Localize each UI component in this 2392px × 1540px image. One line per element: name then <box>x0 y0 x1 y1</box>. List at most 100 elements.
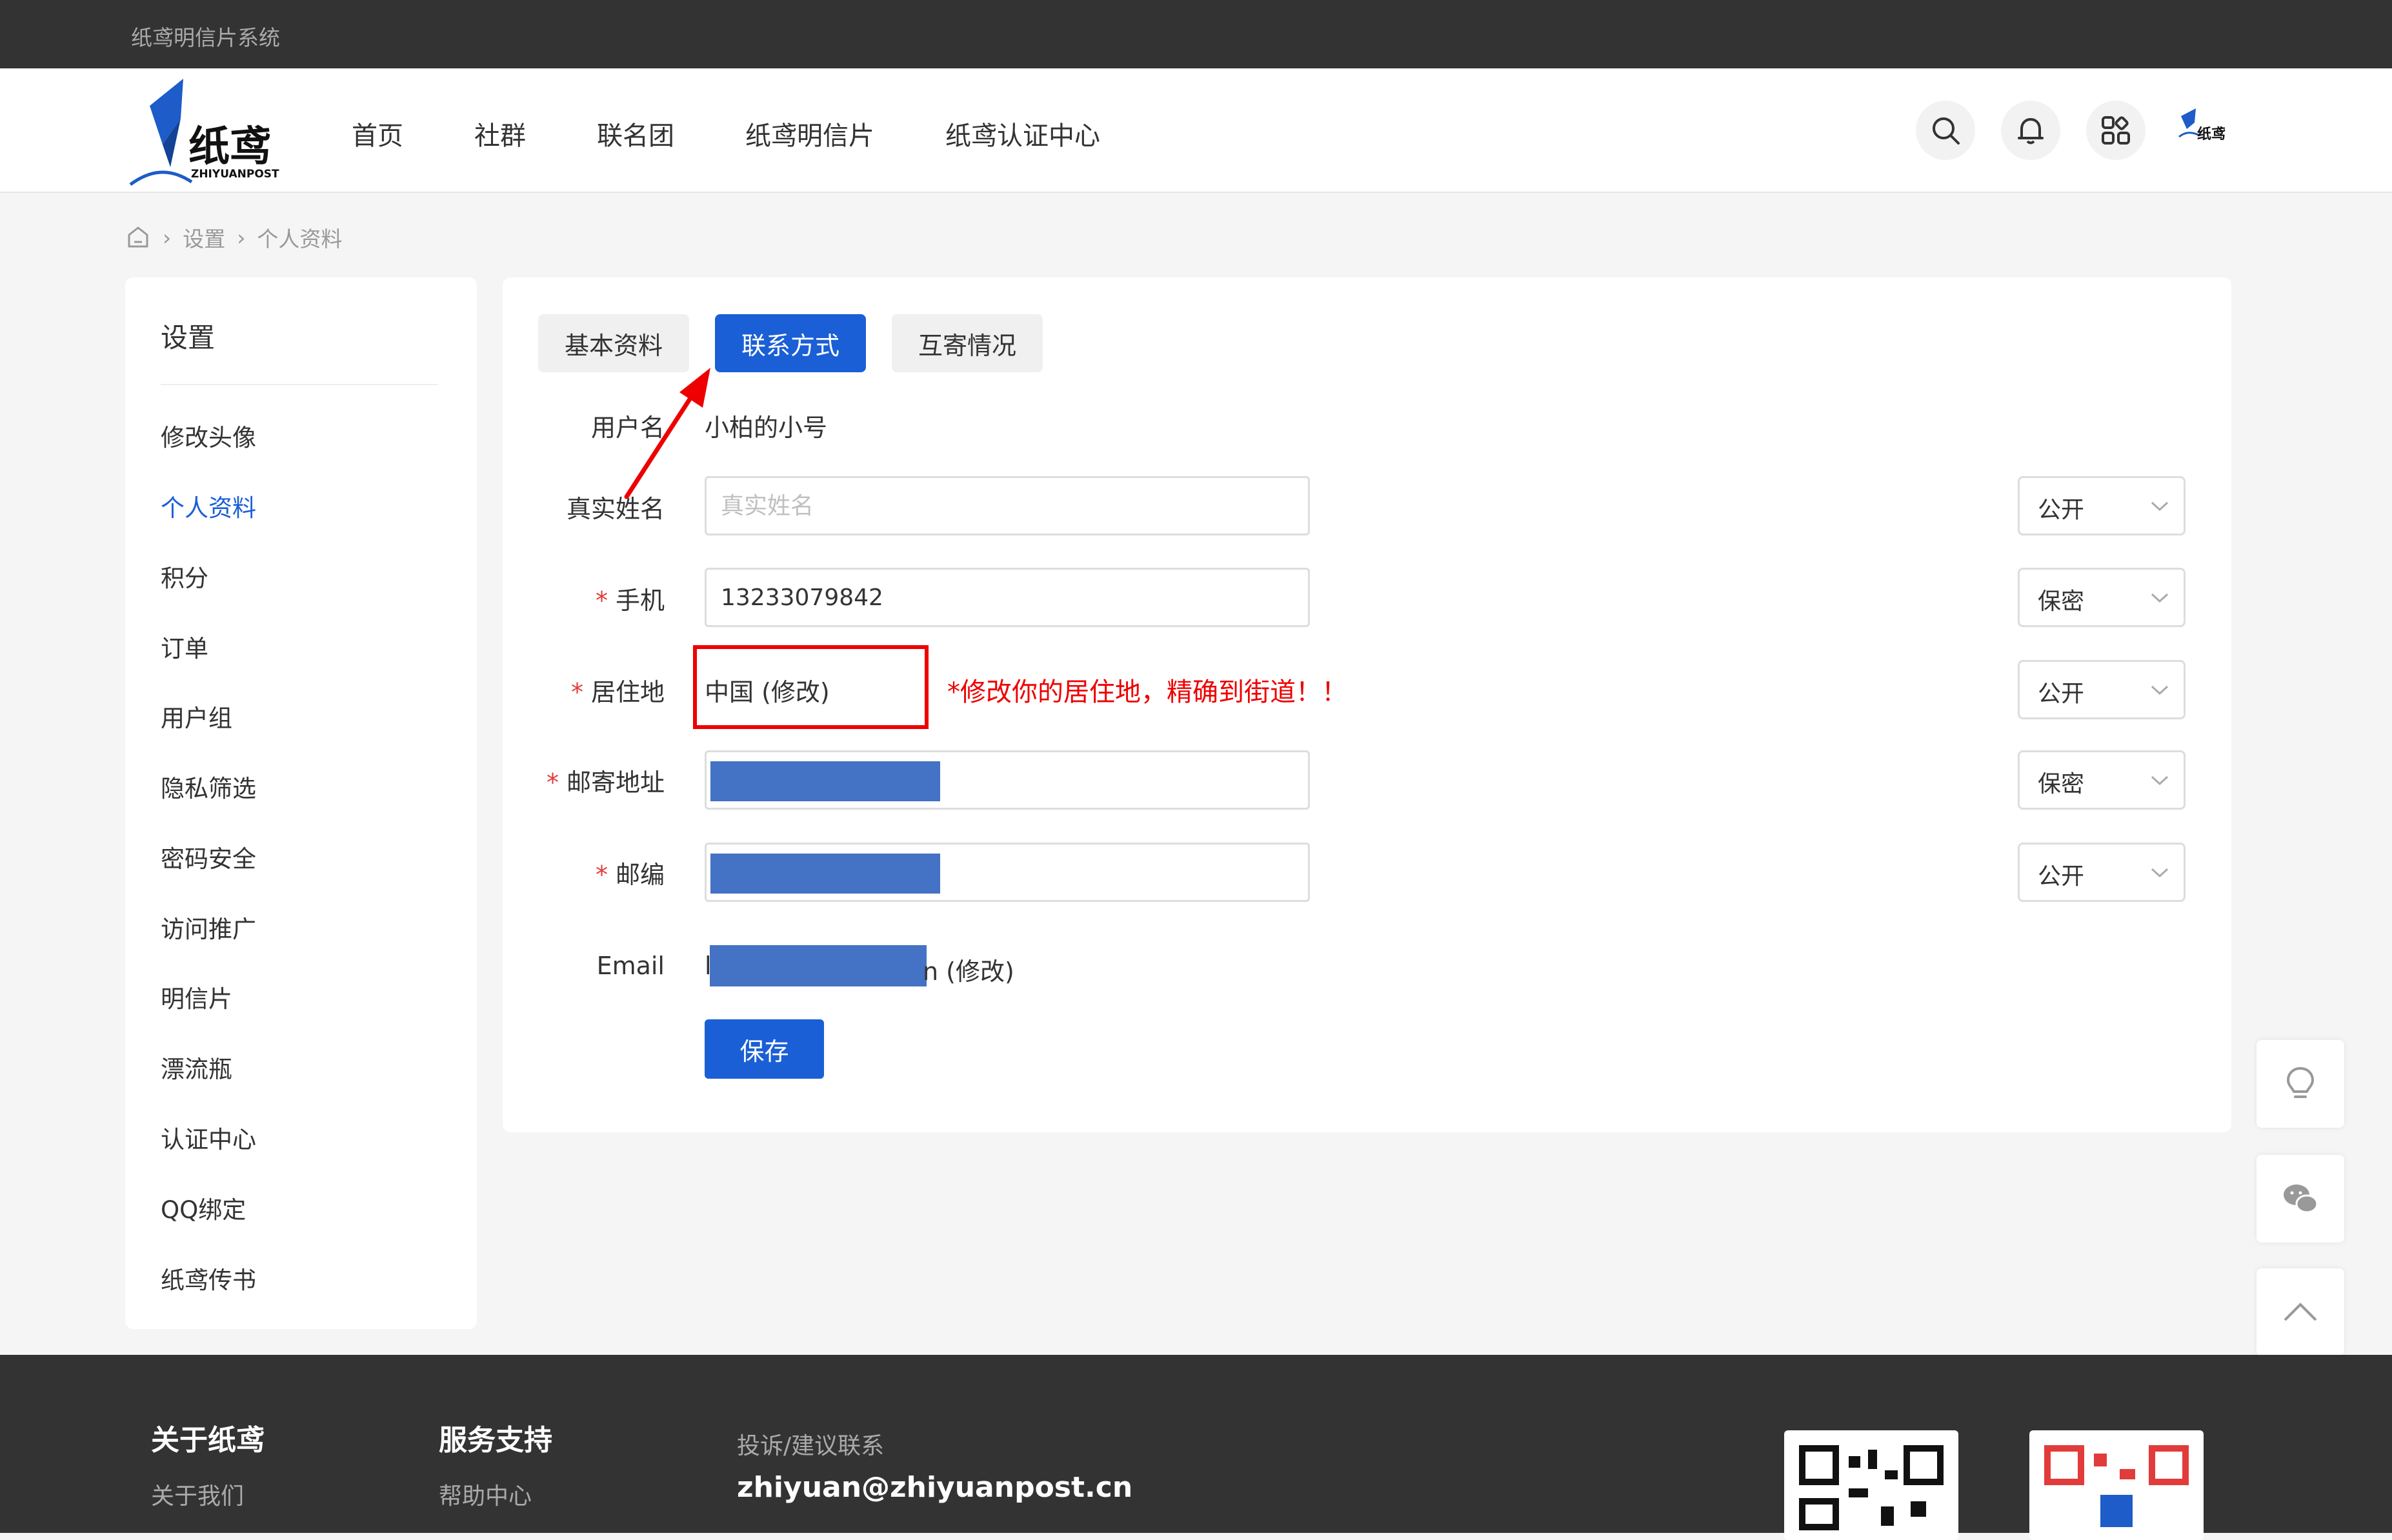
search-button[interactable] <box>1916 101 1975 160</box>
redacted-address <box>710 761 940 801</box>
annotation-text: *修改你的居住地，精确到街道！！ <box>947 677 1347 707</box>
logo-subtext: ZHIYUANPOST <box>191 168 279 181</box>
nav-joint-group[interactable]: 联名团 <box>597 115 674 152</box>
notification-button[interactable] <box>2001 101 2060 160</box>
footer-support-title: 服务支持 <box>439 1424 552 1457</box>
address-label-text: 邮寄地址 <box>566 768 665 797</box>
apps-button[interactable] <box>2086 101 2146 160</box>
zip-label: * 邮编 <box>596 855 665 890</box>
required-mark: * <box>570 678 583 706</box>
red-qr-code-icon <box>2044 1445 2189 1527</box>
tips-button[interactable] <box>2256 1040 2344 1128</box>
breadcrumb-settings[interactable]: 设置 <box>183 222 225 253</box>
breadcrumb-profile: 个人资料 <box>257 226 343 252</box>
avatar-text: 纸鸢 <box>2197 126 2226 143</box>
footer-help-link[interactable]: 帮助中心 <box>439 1477 532 1511</box>
back-to-top-button[interactable] <box>2256 1268 2344 1356</box>
bell-icon <box>2018 118 2044 145</box>
nav-certification[interactable]: 纸鸢认证中心 <box>945 115 1100 152</box>
residence-privacy-select[interactable]: 公开 <box>2018 660 2186 719</box>
redacted-email <box>710 945 927 986</box>
realname-privacy-select[interactable]: 公开 <box>2018 476 2186 535</box>
redacted-zip <box>710 854 940 894</box>
annotation-arrow-icon <box>624 368 710 499</box>
sidebar-item-kite-letter[interactable]: 纸鸢传书 <box>161 1261 256 1295</box>
phone-privacy-value: 保密 <box>2038 588 2085 615</box>
residence-label: * 居住地 <box>571 672 665 708</box>
phone-label: * 手机 <box>596 581 665 616</box>
sidebar-item-orders[interactable]: 订单 <box>161 629 208 664</box>
sidebar-item-privacy-filter[interactable]: 隐私筛选 <box>161 769 256 804</box>
wechat-button[interactable] <box>2256 1155 2344 1243</box>
sidebar-item-password[interactable]: 密码安全 <box>161 839 256 874</box>
app-qr-code <box>2029 1430 2204 1540</box>
chevron-down-icon <box>2151 775 2169 786</box>
realname-input[interactable] <box>705 476 1310 535</box>
sidebar-item-user-group[interactable]: 用户组 <box>161 699 232 734</box>
footer-about-title: 关于纸鸢 <box>151 1424 265 1457</box>
nav-postcard[interactable]: 纸鸢明信片 <box>745 115 874 152</box>
email-label: Email <box>596 952 665 980</box>
sidebar-item-certification[interactable]: 认证中心 <box>161 1120 256 1155</box>
zip-label-text: 邮编 <box>615 861 665 889</box>
lightbulb-icon <box>2286 1066 2315 1098</box>
sidebar-title: 设置 <box>161 322 216 354</box>
system-name: 纸鸢明信片系统 <box>131 25 280 50</box>
nav-community[interactable]: 社群 <box>474 115 526 152</box>
chevron-up-icon <box>2284 1303 2317 1321</box>
grid-apps-icon <box>2102 116 2130 145</box>
sidebar-item-qq-binding[interactable]: QQ绑定 <box>161 1190 246 1225</box>
sidebar-item-points[interactable]: 积分 <box>161 559 208 594</box>
residence-privacy-value: 公开 <box>2038 681 2085 707</box>
tab-contact[interactable]: 联系方式 <box>715 314 866 372</box>
header: 纸鸢 ZHIYUANPOST 首页 社群 联名团 纸鸢明信片 纸鸢认证中心 纸鸢 <box>0 68 2392 193</box>
address-privacy-select[interactable]: 保密 <box>2018 750 2186 810</box>
required-mark: * <box>595 861 608 889</box>
wechat-icon <box>2284 1185 2318 1214</box>
sidebar-item-promotion[interactable]: 访问推广 <box>161 910 256 945</box>
zip-privacy-value: 公开 <box>2038 863 2085 890</box>
wechat-qr-code <box>1784 1430 1958 1540</box>
phone-label-text: 手机 <box>615 586 665 615</box>
user-avatar[interactable]: 纸鸢 <box>2178 107 2229 152</box>
residence-label-text: 居住地 <box>590 678 665 706</box>
chevron-down-icon <box>2151 593 2169 603</box>
breadcrumb-separator: › <box>163 225 172 250</box>
address-privacy-value: 保密 <box>2038 771 2085 797</box>
sidebar-divider <box>161 384 438 385</box>
chevron-down-icon <box>2151 501 2169 512</box>
qr-code-icon <box>1799 1445 1944 1530</box>
address-input[interactable] <box>705 750 1310 810</box>
footer-contact-email[interactable]: zhiyuan@zhiyuanpost.cn <box>737 1471 1132 1504</box>
search-icon <box>1933 117 1960 145</box>
footer-contact-label: 投诉/建议联系 <box>737 1433 885 1459</box>
address-label: * 邮寄地址 <box>547 763 665 798</box>
sidebar-item-postcards[interactable]: 明信片 <box>161 979 232 1014</box>
phone-privacy-select[interactable]: 保密 <box>2018 568 2186 627</box>
breadcrumb: › 设置 › 个人资料 <box>125 222 342 253</box>
site-logo[interactable]: 纸鸢 ZHIYUANPOST <box>124 74 285 190</box>
realname-privacy-value: 公开 <box>2038 497 2085 523</box>
settings-sidebar: 设置 修改头像 个人资料 积分 订单 用户组 隐私筛选 密码安全 访问推广 明信… <box>125 277 477 1329</box>
contact-form-panel: 基本资料 联系方式 互寄情况 用户名 小柏的小号 真实姓名 公开 *手机 保密 … <box>503 277 2231 1132</box>
chevron-down-icon <box>2151 685 2169 695</box>
phone-input[interactable] <box>705 568 1310 627</box>
sidebar-item-avatar[interactable]: 修改头像 <box>161 418 256 453</box>
required-mark: * <box>595 586 608 615</box>
nav-home[interactable]: 首页 <box>352 115 403 152</box>
home-icon[interactable] <box>125 225 151 250</box>
tab-exchange[interactable]: 互寄情况 <box>892 314 1043 372</box>
email-change-link[interactable]: n (修改) <box>923 952 1014 987</box>
chevron-down-icon <box>2151 868 2169 878</box>
zip-input[interactable] <box>705 843 1310 902</box>
main-nav: 首页 社群 联名团 纸鸢明信片 纸鸢认证中心 <box>352 115 1171 152</box>
footer-about-link[interactable]: 关于我们 <box>151 1477 244 1511</box>
sidebar-item-profile[interactable]: 个人资料 <box>161 488 256 523</box>
save-button[interactable]: 保存 <box>705 1019 824 1079</box>
logo-text: 纸鸢 <box>188 123 271 171</box>
top-bar: 纸鸢明信片系统 <box>0 0 2392 68</box>
zip-privacy-select[interactable]: 公开 <box>2018 843 2186 902</box>
breadcrumb-separator: › <box>237 225 246 250</box>
required-mark: * <box>546 768 559 797</box>
sidebar-item-drift-bottle[interactable]: 漂流瓶 <box>161 1050 232 1085</box>
